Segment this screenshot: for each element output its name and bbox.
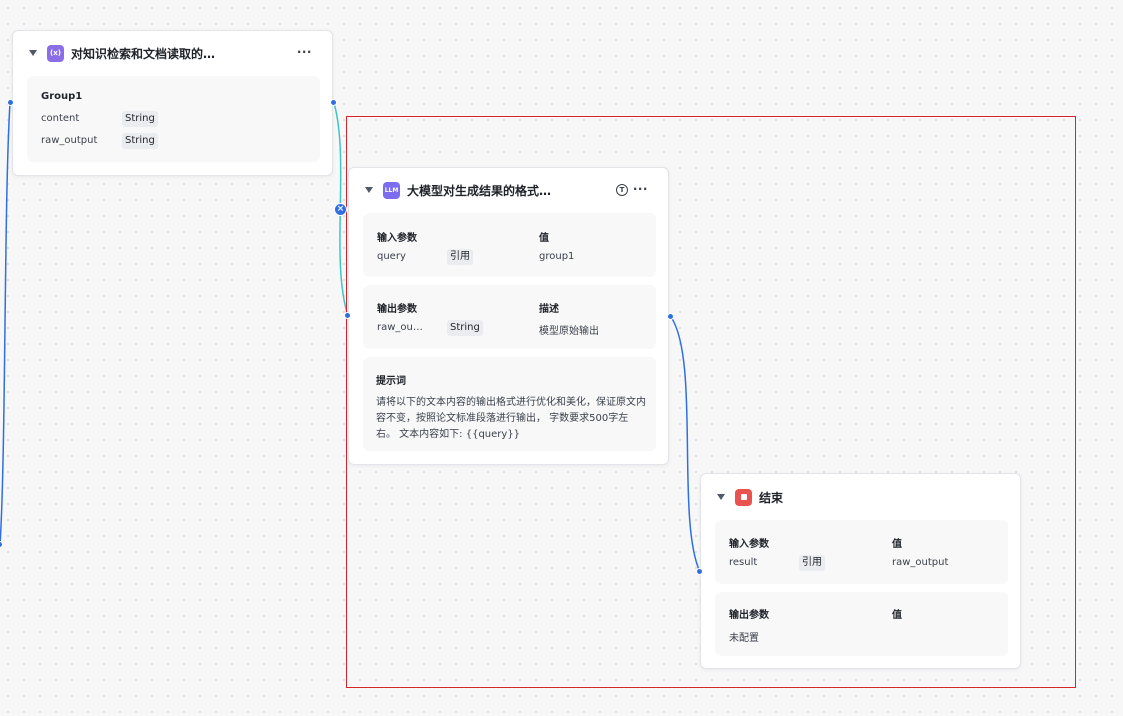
var-type-tag: String — [122, 133, 158, 149]
prompt-section: 提示词 请将以下的文本内容的输出格式进行优化和美化，保证原文内容不变，按照论文标… — [363, 357, 656, 451]
type-tag: String — [447, 320, 483, 336]
node-title: 对知识检索和文档读取的… — [71, 46, 216, 61]
prompt-header: 提示词 — [376, 376, 406, 387]
node-title: 大模型对生成结果的格式… — [407, 183, 552, 198]
disconnect-edge-icon[interactable]: × — [334, 203, 347, 216]
reference-tag: 引用 — [799, 555, 825, 571]
value-header: 值 — [892, 539, 902, 550]
edge-left-incoming[interactable] — [0, 102, 11, 546]
description-header: 描述 — [539, 304, 559, 315]
input-param-header: 输入参数 — [377, 233, 417, 244]
node-title: 结束 — [759, 490, 784, 505]
llm-input-port[interactable] — [344, 312, 351, 319]
input-params-section: 输入参数 值 result 引用 raw_output — [715, 520, 1008, 584]
more-icon[interactable]: ··· — [633, 181, 648, 197]
node-header: (x) 对知识检索和文档读取的… ··· — [13, 31, 332, 75]
variable-icon: (x) — [47, 44, 64, 62]
output-param-header: 输出参数 — [377, 304, 417, 315]
llm-output-port[interactable] — [667, 313, 674, 320]
param-value: group1 — [539, 251, 575, 262]
llm-node[interactable]: LLM 大模型对生成结果的格式… T ··· 输入参数 值 query 引用 g… — [348, 167, 669, 465]
param-name: query — [377, 251, 406, 262]
var-type-tag: String — [122, 111, 158, 127]
end-input-port[interactable] — [696, 568, 703, 575]
left-edge-port[interactable] — [0, 541, 3, 548]
node-header: 结束 — [701, 474, 1020, 520]
end-node[interactable]: 结束 输入参数 值 result 引用 raw_output 输出参数 值 未配… — [700, 473, 1021, 669]
variable-aggregator-node[interactable]: (x) 对知识检索和文档读取的… ··· Group1 content Stri… — [12, 30, 333, 176]
more-icon[interactable]: ··· — [297, 44, 312, 60]
var-name: raw_output — [41, 135, 98, 146]
output-params-section: 输出参数 描述 raw_ou… String 模型原始输出 — [363, 285, 656, 349]
reference-tag: 引用 — [447, 249, 473, 265]
input-param-header: 输入参数 — [729, 539, 769, 550]
node-header: LLM 大模型对生成结果的格式… T ··· — [349, 168, 668, 212]
value-header: 值 — [892, 610, 902, 621]
collapse-caret-icon[interactable] — [717, 494, 725, 500]
output-param-header: 输出参数 — [729, 610, 769, 621]
param-name: raw_ou… — [377, 322, 423, 333]
collapse-caret-icon[interactable] — [365, 187, 373, 193]
group-name: Group1 — [41, 91, 83, 102]
collapse-caret-icon[interactable] — [29, 50, 37, 56]
aggregator-output-port[interactable] — [330, 99, 337, 106]
param-value: raw_output — [892, 557, 949, 568]
param-name: result — [729, 557, 758, 568]
output-params-section: 输出参数 值 未配置 — [715, 592, 1008, 656]
tool-icon[interactable]: T — [616, 184, 628, 196]
llm-icon: LLM — [383, 181, 400, 199]
group-section: Group1 content String raw_output String — [27, 76, 320, 162]
prompt-text: 请将以下的文本内容的输出格式进行优化和美化，保证原文内容不变，按照论文标准段落进… — [376, 397, 646, 440]
aggregator-input-port[interactable] — [7, 99, 14, 106]
value-header: 值 — [539, 233, 549, 244]
empty-placeholder: 未配置 — [729, 633, 759, 644]
var-name: content — [41, 113, 80, 124]
param-description: 模型原始输出 — [539, 326, 599, 337]
input-params-section: 输入参数 值 query 引用 group1 — [363, 213, 656, 277]
stop-icon — [735, 488, 752, 506]
